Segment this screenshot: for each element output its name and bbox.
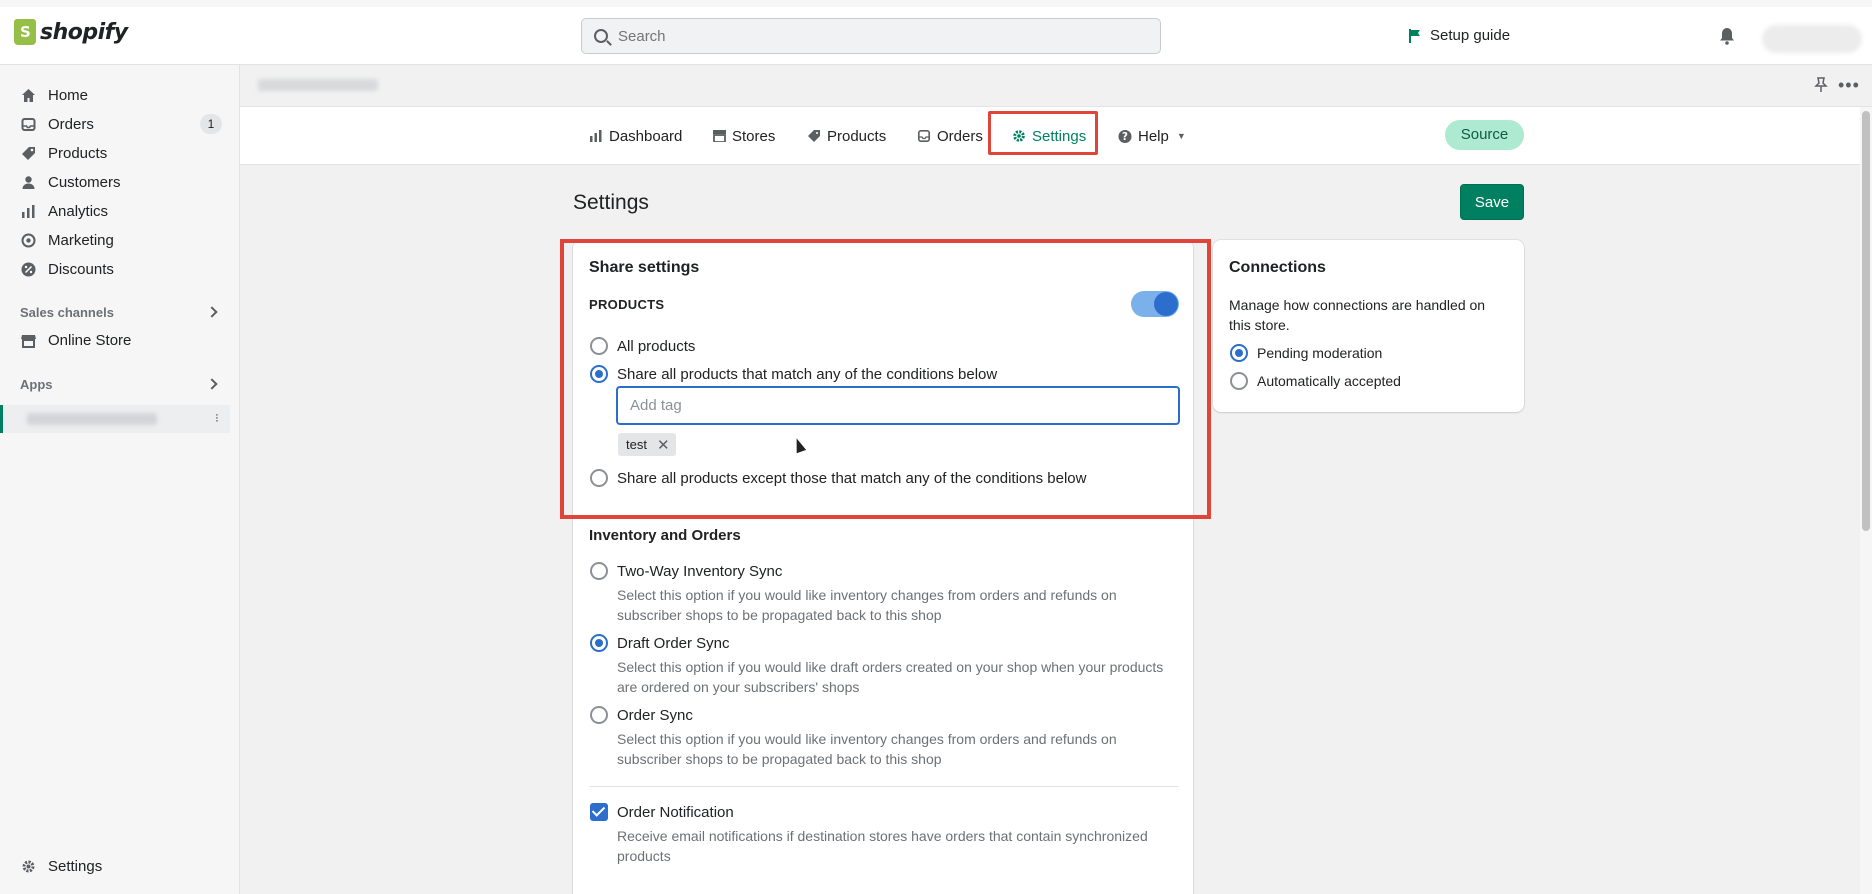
bar-chart-icon <box>589 129 603 143</box>
connections-title: Connections <box>1229 259 1326 276</box>
inventory-orders-title: Inventory and Orders <box>589 527 741 544</box>
apps-title: Apps <box>20 377 53 392</box>
sidebar-item-products[interactable]: Products <box>20 143 107 163</box>
svg-text:?: ? <box>1122 131 1128 143</box>
sidebar-item-marketing[interactable]: Marketing <box>20 230 114 250</box>
share-settings-highlight <box>560 239 1211 519</box>
automatically-accepted-label: Automatically accepted <box>1257 373 1401 389</box>
tab-products[interactable]: Products <box>807 125 886 147</box>
logo-text: shopify <box>40 19 128 45</box>
radio-pending-moderation[interactable] <box>1230 344 1248 362</box>
scrollbar-thumb[interactable] <box>1862 111 1870 531</box>
setup-guide-label: Setup guide <box>1430 27 1511 44</box>
tab-help[interactable]: ? Help ▼ <box>1118 125 1186 147</box>
radio-order-sync[interactable] <box>590 706 608 724</box>
sidebar-item-home[interactable]: Home <box>20 85 88 105</box>
orders-icon <box>20 116 36 132</box>
pending-moderation-label: Pending moderation <box>1257 345 1383 361</box>
target-icon <box>20 232 36 248</box>
tab-label: Stores <box>732 127 776 145</box>
pin-icon[interactable]: ⁝ <box>215 411 219 425</box>
sidebar-item-discounts[interactable]: Discounts <box>20 259 114 279</box>
search-bar[interactable] <box>581 18 1161 54</box>
sidebar-item-settings[interactable]: Settings <box>20 856 102 876</box>
sidebar: Home Orders 1 Products Customers Analyti… <box>0 65 240 894</box>
pin-icon[interactable] <box>1814 77 1828 93</box>
two-way-sync-label: Two-Way Inventory Sync <box>617 563 783 580</box>
page-title: Settings <box>573 191 649 214</box>
flag-icon <box>1409 28 1420 43</box>
order-notification-checkbox[interactable] <box>590 803 608 821</box>
app-title-redacted <box>258 79 378 91</box>
sidebar-item-label: Analytics <box>48 202 109 220</box>
tab-dashboard[interactable]: Dashboard <box>589 125 682 147</box>
divider <box>589 786 1179 787</box>
search-input[interactable] <box>618 27 1118 45</box>
sidebar-item-label: Marketing <box>48 231 114 249</box>
sidebar-item-label: Products <box>48 144 108 162</box>
two-way-sync-description: Select this option if you would like inv… <box>617 587 1117 623</box>
scrollbar[interactable] <box>1860 107 1872 894</box>
radio-two-way-sync[interactable] <box>590 562 608 580</box>
sidebar-item-app[interactable]: ⁝ <box>0 405 230 433</box>
shopping-bag-icon <box>14 19 36 45</box>
sidebar-item-label: Online Store <box>48 331 132 349</box>
orders-count-badge: 1 <box>200 114 222 134</box>
tab-orders[interactable]: Orders <box>917 125 983 147</box>
source-button[interactable]: Source <box>1445 120 1524 150</box>
sidebar-item-customers[interactable]: Customers <box>20 172 121 192</box>
chevron-right-icon[interactable] <box>206 378 218 390</box>
sidebar-item-label: Discounts <box>48 260 114 278</box>
order-notification-label: Order Notification <box>617 804 734 821</box>
tag-icon <box>807 129 821 143</box>
gear-icon <box>20 858 36 874</box>
tab-label: Orders <box>937 127 983 145</box>
more-horizontal-icon[interactable]: ••• <box>1838 75 1860 96</box>
sales-channels-title: Sales channels <box>20 305 114 320</box>
sidebar-item-label: Customers <box>48 173 121 191</box>
settings-tab-highlight <box>988 111 1098 155</box>
store-icon <box>20 332 36 348</box>
caret-down-icon: ▼ <box>1176 131 1186 141</box>
draft-order-sync-description: Select this option if you would like dra… <box>617 659 1164 695</box>
app-title-bar: ••• <box>240 65 1872 107</box>
sidebar-item-online-store[interactable]: Online Store <box>20 330 131 350</box>
tab-label: Help <box>1138 127 1169 145</box>
radio-draft-order-sync[interactable] <box>590 634 608 652</box>
home-icon <box>20 87 36 103</box>
shopify-logo[interactable]: shopify <box>14 19 128 45</box>
connections-description: Manage how connections are handled on th… <box>1229 297 1486 333</box>
discount-icon <box>20 261 36 277</box>
tab-stores[interactable]: Stores <box>712 125 775 147</box>
bar-chart-icon <box>20 203 36 219</box>
sidebar-item-analytics[interactable]: Analytics <box>20 201 108 221</box>
bell-icon[interactable] <box>1718 27 1736 45</box>
tag-icon <box>20 145 36 161</box>
chevron-right-icon[interactable] <box>206 306 218 318</box>
account-avatar[interactable] <box>1762 25 1862 53</box>
setup-guide-button[interactable]: Setup guide <box>1408 27 1510 44</box>
order-sync-label: Order Sync <box>617 707 693 724</box>
app-navigation: Dashboard Stores Products Orders Setting… <box>240 107 1860 165</box>
search-icon <box>594 29 608 43</box>
order-sync-description: Select this option if you would like inv… <box>617 731 1117 767</box>
sidebar-item-label: Settings <box>48 857 103 875</box>
sidebar-item-orders[interactable]: Orders <box>20 114 94 134</box>
top-bar: shopify Setup guide <box>0 0 1872 65</box>
radio-automatically-accepted[interactable] <box>1230 372 1248 390</box>
tab-label: Products <box>827 127 887 145</box>
draft-order-sync-label: Draft Order Sync <box>617 635 730 652</box>
sidebar-item-label: Home <box>48 86 89 104</box>
order-notification-description: Receive email notifications if destinati… <box>617 828 1148 864</box>
question-icon: ? <box>1118 129 1132 143</box>
store-icon <box>712 129 726 143</box>
person-icon <box>20 174 36 190</box>
tab-label: Dashboard <box>609 127 683 145</box>
sidebar-item-label: Orders <box>48 115 94 133</box>
inbox-icon <box>917 129 931 143</box>
save-button[interactable]: Save <box>1460 184 1524 220</box>
app-name-redacted <box>27 413 157 425</box>
